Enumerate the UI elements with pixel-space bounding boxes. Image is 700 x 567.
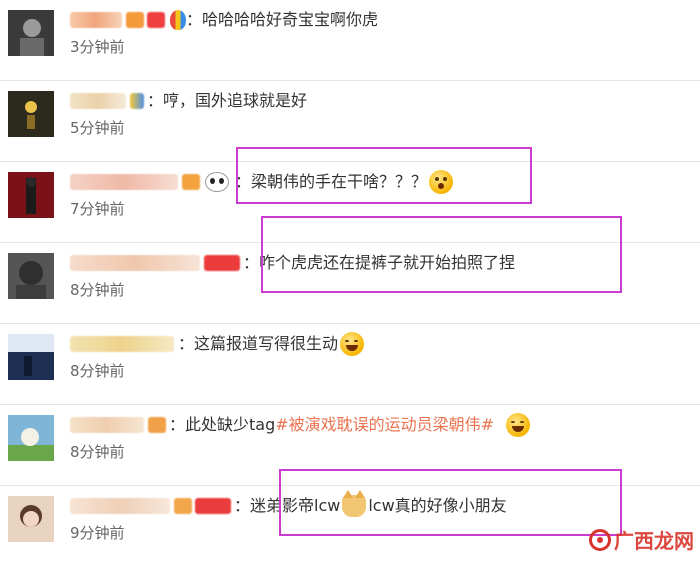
avatar[interactable] [8,172,54,218]
highlight-box [279,469,622,536]
vip-badge-icon [147,12,165,28]
topic-hashtag-link[interactable]: #被演戏耽误的运动员梁朝伟# [275,413,494,437]
comment-item: ：这篇报道写得很生动 8分钟前 [0,324,700,405]
laughing-face-icon [506,413,531,437]
balloon-icon [170,10,186,30]
username[interactable] [70,12,122,28]
vip-badge-icon [195,498,231,514]
highlight-box [236,147,532,204]
username[interactable] [70,498,170,514]
member-badge-icon [148,417,166,433]
comment-time: 3分钟前 [70,38,125,56]
username[interactable] [70,93,126,109]
member-badge-icon [126,12,144,28]
avatar[interactable] [8,334,54,380]
highlight-box [261,216,622,293]
username[interactable] [70,255,200,271]
badge-icon [130,93,144,109]
comment-text: ：此处缺少tag [169,415,276,434]
avatar[interactable] [8,496,54,542]
comment-text: ：这篇报道写得很生动 [178,334,339,353]
watermark-logo-icon [589,528,611,551]
avatar[interactable] [8,10,54,56]
username[interactable] [70,336,174,352]
comment-text: ：哼，国外追球就是好 [147,91,308,110]
avatar[interactable] [8,415,54,461]
panda-icon [205,172,229,192]
comment-time: 8分钟前 [70,362,125,380]
laughing-face-icon [340,332,365,356]
member-badge-icon [174,498,192,514]
comment-time: 8分钟前 [70,443,125,461]
username[interactable] [70,174,178,190]
comment-time: 9分钟前 [70,524,125,542]
watermark-text: 广西龙网 [614,529,694,553]
member-badge-icon [182,174,200,190]
comment-text: ：哈哈哈哈好奇宝宝啊你虎 [186,10,379,29]
avatar[interactable] [8,253,54,299]
comment-time: 7分钟前 [70,200,125,218]
username[interactable] [70,417,144,433]
vip-badge-icon [204,255,240,271]
avatar[interactable] [8,91,54,137]
comment-time: 8分钟前 [70,281,125,299]
comment-time: 5分钟前 [70,119,125,137]
watermark: 广西龙网 [589,525,694,554]
comment-item: ：哈哈哈哈好奇宝宝啊你虎 3分钟前 [0,0,700,81]
